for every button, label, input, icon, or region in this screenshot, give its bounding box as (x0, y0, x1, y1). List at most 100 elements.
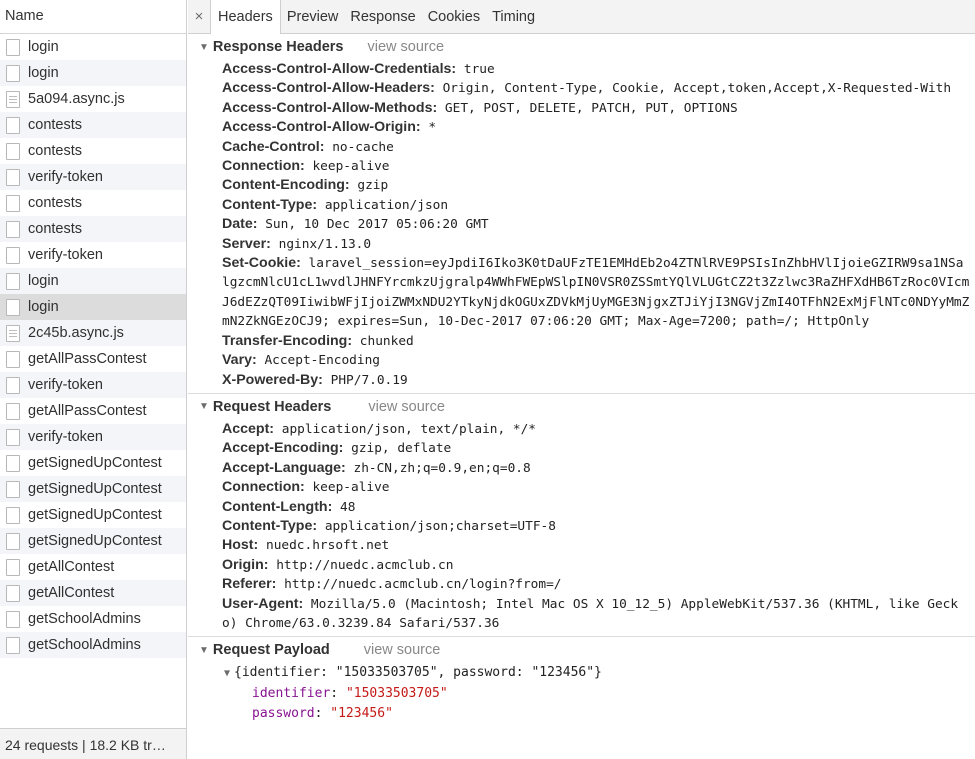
request-row[interactable]: getSchoolAdmins (0, 606, 186, 632)
header-row: Cache-Control: no-cache (222, 138, 971, 157)
request-row[interactable]: getSignedUpContest (0, 502, 186, 528)
header-value: Origin, Content-Type, Cookie, Accept,tok… (442, 81, 952, 97)
request-name: getSignedUpContest (28, 481, 162, 497)
request-name: getAllPassContest (28, 403, 147, 419)
request-name: getAllContest (28, 559, 115, 575)
request-list-panel: Name login login 5a094.async.js contests con… (0, 0, 187, 759)
response-headers-section: ▼ Response Headers view source Access-Co… (188, 34, 975, 390)
request-row[interactable]: getSignedUpContest (0, 528, 186, 554)
header-row: Accept-Encoding: gzip, deflate (222, 439, 971, 458)
header-row: X-Powered-By: PHP/7.0.19 (222, 371, 971, 390)
tab-response[interactable]: Response (344, 0, 421, 33)
header-row: Content-Type: application/json (222, 196, 971, 215)
request-headers-toggle[interactable]: ▼ Request Headers view source (188, 394, 975, 420)
request-name: verify-token (28, 169, 103, 185)
request-name: contests (28, 143, 82, 159)
close-icon[interactable]: × (188, 0, 210, 33)
header-value: PHP/7.0.19 (330, 372, 408, 388)
view-source-link[interactable]: view source (368, 399, 445, 415)
tab-headers[interactable]: Headers (210, 0, 281, 34)
header-row: Access-Control-Allow-Headers: Origin, Co… (222, 79, 971, 98)
request-name: login (28, 65, 59, 81)
header-row: Connection: keep-alive (222, 478, 971, 497)
response-headers-list: Access-Control-Allow-Credentials: true Ac… (188, 60, 975, 390)
triangle-down-icon[interactable]: ▼ (224, 668, 230, 679)
request-payload-toggle[interactable]: ▼ Request Payload view source (188, 637, 975, 663)
triangle-down-icon: ▼ (199, 644, 209, 656)
request-row[interactable]: getAllContest (0, 554, 186, 580)
payload-tree: ▼ {identifier: "15033503705", password: "… (188, 663, 975, 724)
header-row: Access-Control-Allow-Credentials: true (222, 60, 971, 79)
header-name: Access-Control-Allow-Methods: (222, 99, 438, 116)
request-row[interactable]: 5a094.async.js (0, 86, 186, 112)
document-file-icon (6, 272, 20, 290)
document-file-icon (6, 116, 20, 134)
request-name: getSignedUpContest (28, 533, 162, 549)
document-file-icon (6, 584, 20, 602)
request-row[interactable]: getSchoolAdmins (0, 632, 186, 658)
request-row[interactable]: verify-token (0, 242, 186, 268)
request-row[interactable]: getAllPassContest (0, 398, 186, 424)
request-row[interactable]: login (0, 60, 186, 86)
request-row[interactable]: getAllPassContest (0, 346, 186, 372)
script-file-icon (6, 90, 20, 108)
header-value: Mozilla/5.0 (Macintosh; Intel Mac OS X 1… (222, 596, 959, 631)
request-name: contests (28, 117, 82, 133)
request-row[interactable]: contests (0, 216, 186, 242)
document-file-icon (6, 220, 20, 238)
request-row[interactable]: getAllContest (0, 580, 186, 606)
document-file-icon (6, 376, 20, 394)
header-name: Content-Encoding: (222, 177, 350, 194)
view-source-link[interactable]: view source (367, 39, 444, 55)
tab-cookies[interactable]: Cookies (422, 0, 486, 33)
request-name: getSignedUpContest (28, 455, 162, 471)
header-row: Accept-Language: zh-CN,zh;q=0.9,en;q=0.8 (222, 459, 971, 478)
request-name: verify-token (28, 247, 103, 263)
request-name: verify-token (28, 429, 103, 445)
request-row[interactable]: getSignedUpContest (0, 476, 186, 502)
header-row: Content-Encoding: gzip (222, 176, 971, 195)
payload-value: "123456" (330, 706, 393, 722)
document-file-icon (6, 428, 20, 446)
request-name: login (28, 299, 59, 315)
script-file-icon (6, 324, 20, 342)
header-value: 48 (340, 499, 356, 515)
request-name: verify-token (28, 377, 103, 393)
name-column-header[interactable]: Name (0, 0, 186, 34)
view-source-link[interactable]: view source (364, 642, 441, 658)
request-row[interactable]: login (0, 294, 186, 320)
document-file-icon (6, 350, 20, 368)
detail-tab-bar: × Headers Preview Response Cookies Timing (188, 0, 975, 34)
section-title: Request Payload (212, 642, 330, 659)
tab-preview[interactable]: Preview (281, 0, 345, 33)
request-headers-section: ▼ Request Headers view source Accept: ap… (188, 394, 975, 633)
header-row: Content-Length: 48 (222, 498, 971, 517)
request-row[interactable]: contests (0, 138, 186, 164)
header-value: nuedc.hrsoft.net (265, 538, 390, 554)
request-row[interactable]: login (0, 268, 186, 294)
request-row[interactable]: contests (0, 112, 186, 138)
header-value: application/json (324, 197, 449, 213)
header-value: http://nuedc.acmclub.cn/login?from=/ (284, 577, 562, 593)
tab-timing[interactable]: Timing (486, 0, 541, 33)
document-file-icon (6, 298, 20, 316)
request-row[interactable]: contests (0, 190, 186, 216)
request-row[interactable]: 2c45b.async.js (0, 320, 186, 346)
payload-summary-row[interactable]: ▼ {identifier: "15033503705", password: "… (188, 663, 975, 684)
request-row[interactable]: login (0, 34, 186, 60)
header-name: Access-Control-Allow-Headers: (222, 80, 435, 97)
request-row[interactable]: verify-token (0, 372, 186, 398)
payload-property-row: identifier: "15033503705" (252, 686, 448, 702)
request-row[interactable]: verify-token (0, 164, 186, 190)
header-row: User-Agent: Mozilla/5.0 (Macintosh; Inte… (222, 595, 971, 634)
request-row[interactable]: getSignedUpContest (0, 450, 186, 476)
header-value: application/json;charset=UTF-8 (324, 518, 556, 534)
response-headers-toggle[interactable]: ▼ Response Headers view source (188, 34, 975, 60)
header-value: http://nuedc.acmclub.cn (276, 557, 454, 573)
request-name: contests (28, 195, 82, 211)
header-name: Access-Control-Allow-Origin: (222, 119, 421, 136)
header-value: * (428, 120, 437, 136)
section-title: Request Headers (212, 398, 332, 415)
request-row[interactable]: verify-token (0, 424, 186, 450)
header-name: Vary: (222, 352, 257, 369)
